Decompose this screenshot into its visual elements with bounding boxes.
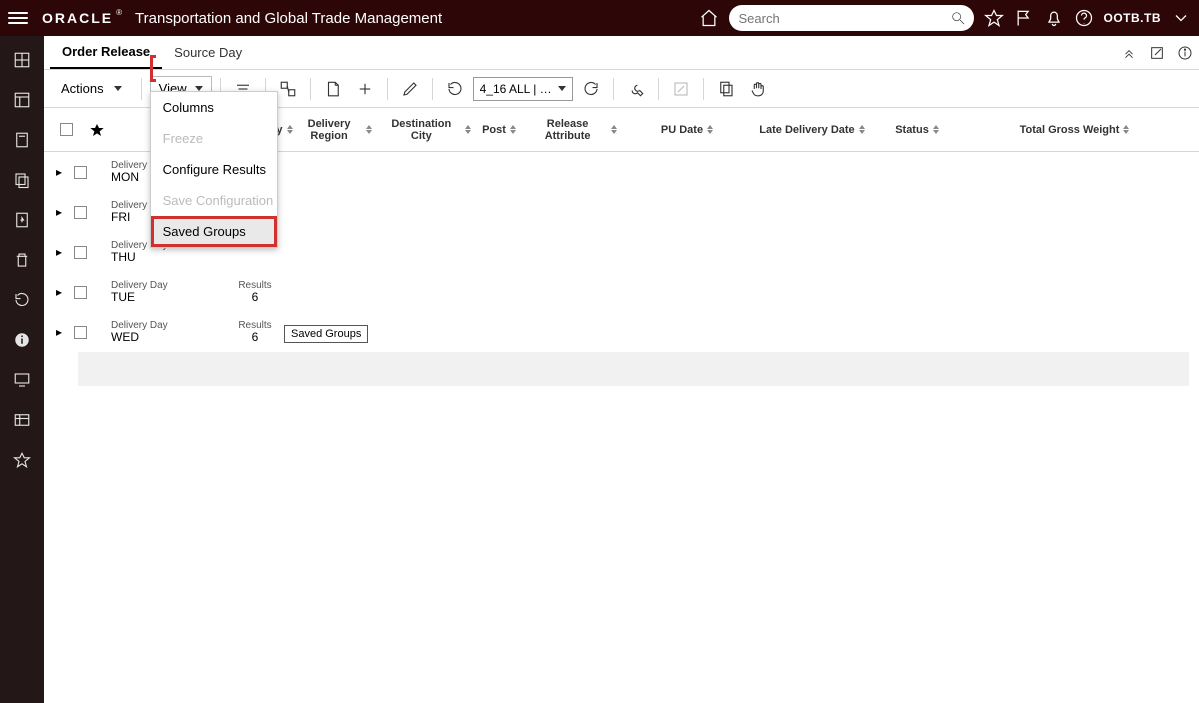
expand-icon[interactable]: ▸ (54, 325, 64, 339)
group-row[interactable]: ▸ Delivery Day TUE Results 6 (44, 272, 1199, 312)
edit-page-icon[interactable] (1149, 45, 1165, 61)
tabs-row: Order Release Source Day (44, 36, 1199, 70)
search-input[interactable] (737, 10, 950, 27)
row-checkbox[interactable] (74, 286, 87, 299)
col-post[interactable]: Post (482, 124, 506, 136)
sort-icon[interactable] (1123, 125, 1133, 134)
sidebar-monitor-icon[interactable] (12, 370, 32, 390)
expand-icon[interactable]: ▸ (54, 165, 64, 179)
search-icon[interactable] (950, 10, 966, 26)
sidebar-layout-icon[interactable] (12, 90, 32, 110)
group-value: TUE (111, 291, 191, 304)
edit-icon[interactable] (396, 76, 424, 102)
tab-order-release[interactable]: Order Release (50, 36, 162, 69)
select-all-checkbox[interactable] (60, 123, 73, 136)
menu-item-saved-groups[interactable]: Saved Groups (151, 216, 277, 247)
copy-page-icon[interactable] (712, 76, 740, 102)
header-right: OOTB.TB (699, 5, 1192, 31)
sort-icon[interactable] (707, 125, 717, 134)
row-checkbox[interactable] (74, 326, 87, 339)
home-icon[interactable] (699, 8, 719, 28)
sidebar-data-icon[interactable] (12, 410, 32, 430)
expand-icon[interactable]: ▸ (54, 285, 64, 299)
sidebar-note-icon[interactable] (12, 130, 32, 150)
col-total-gross-weight[interactable]: Total Gross Weight (1020, 124, 1120, 136)
bell-icon[interactable] (1044, 8, 1064, 28)
results-value: 6 (215, 331, 295, 344)
hand-pan-icon[interactable] (744, 76, 772, 102)
flag-icon[interactable] (1014, 8, 1034, 28)
left-sidebar (0, 36, 44, 703)
expand-icon[interactable]: ▸ (54, 205, 64, 219)
sort-icon[interactable] (611, 125, 620, 134)
row-checkbox[interactable] (74, 246, 87, 259)
registered-mark: ® (116, 8, 122, 17)
sidebar-trash-icon[interactable] (12, 250, 32, 270)
brand-logo: ORACLE (42, 10, 113, 26)
expand-icon[interactable]: ▸ (54, 245, 64, 259)
saved-query-select[interactable]: 4_16 ALL | OOTB (473, 77, 573, 101)
add-icon[interactable] (351, 76, 379, 102)
menu-item-freeze: Freeze (151, 123, 277, 154)
results-value: 6 (215, 291, 295, 304)
menu-item-configure-results[interactable]: Configure Results (151, 154, 277, 185)
sidebar-refresh-icon[interactable] (12, 290, 32, 310)
toolbar: Actions View Columns Freeze Configure Re… (44, 70, 1199, 108)
empty-strip (78, 352, 1189, 386)
reload-icon[interactable] (577, 76, 605, 102)
col-pu-date[interactable]: PU Date (661, 124, 703, 136)
sort-icon[interactable] (859, 125, 869, 134)
col-release-attribute[interactable]: Release Attribute (528, 118, 607, 142)
app-header: ORACLE ® Transportation and Global Trade… (0, 0, 1199, 36)
main-area: Order Release Source Day Actions View Co… (44, 36, 1199, 703)
menu-item-columns[interactable]: Columns (151, 92, 277, 123)
row-checkbox[interactable] (74, 166, 87, 179)
col-destination-city[interactable]: Destination City (382, 118, 461, 142)
sidebar-info-icon[interactable] (12, 330, 32, 350)
info-icon[interactable] (1177, 45, 1193, 61)
sidebar-star-icon[interactable] (12, 450, 32, 470)
new-page-icon[interactable] (319, 76, 347, 102)
actions-menu-button[interactable]: Actions (50, 76, 133, 102)
username-label[interactable]: OOTB.TB (1104, 11, 1162, 25)
ungroup-icon[interactable] (274, 76, 302, 102)
menu-toggle-icon[interactable] (8, 8, 28, 28)
view-dropdown-menu: Columns Freeze Configure Results Save Co… (150, 91, 278, 248)
help-icon[interactable] (1074, 8, 1094, 28)
col-delivery-region[interactable]: Delivery Region (296, 118, 362, 142)
global-search[interactable] (729, 5, 974, 31)
user-menu-chevron-icon[interactable] (1171, 8, 1191, 28)
tooltip-saved-groups: Saved Groups (284, 325, 368, 343)
collapse-icon[interactable] (1121, 45, 1137, 61)
saved-query-value: 4_16 ALL | OOTB (480, 82, 558, 96)
group-value: WED (111, 331, 191, 344)
sort-icon[interactable] (366, 125, 374, 134)
sort-icon[interactable] (465, 125, 474, 134)
refresh-icon[interactable] (441, 76, 469, 102)
favorite-star-icon[interactable] (984, 8, 1004, 28)
col-status[interactable]: Status (895, 124, 929, 136)
sidebar-export-icon[interactable] (12, 210, 32, 230)
sidebar-copy-icon[interactable] (12, 170, 32, 190)
wrench-icon[interactable] (622, 76, 650, 102)
group-value: THU (111, 251, 191, 264)
chevron-down-icon (558, 86, 566, 91)
col-late-delivery-date[interactable]: Late Delivery Date (759, 124, 854, 136)
view-menu-anchor: View Columns Freeze Configure Results Sa… (150, 61, 212, 117)
brand-block: ORACLE ® Transportation and Global Trade… (42, 10, 442, 27)
app-title: Transportation and Global Trade Manageme… (135, 10, 442, 27)
tabs-right-icons (1121, 36, 1193, 69)
favorite-column-icon[interactable] (89, 122, 105, 138)
row-checkbox[interactable] (74, 206, 87, 219)
sort-icon[interactable] (510, 125, 520, 134)
group-row[interactable]: ▸ Delivery Day WED Results 6 (44, 312, 1199, 352)
sidebar-grid-icon[interactable] (12, 50, 32, 70)
compose-disabled-icon (667, 76, 695, 102)
menu-item-save-configuration: Save Configuration (151, 185, 277, 216)
sort-icon[interactable] (933, 125, 943, 134)
